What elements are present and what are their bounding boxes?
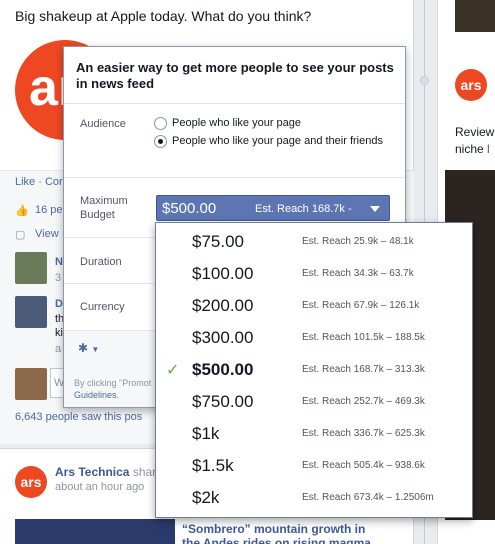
audience-radio-fans[interactable] [154, 117, 167, 130]
likes-count[interactable]: 16 pe [35, 204, 63, 216]
budget-dropdown-menu: $75.00 Est. Reach 25.9k – 48.1k $100.00 … [155, 222, 473, 518]
chevron-down-icon: ▼ [91, 345, 100, 354]
budget-option[interactable]: $200.00 Est. Reach 67.9k – 126.1k [156, 290, 472, 322]
terms-note: By clicking "Promot Guidelines. [74, 377, 151, 401]
timeline-dot [420, 76, 429, 85]
budget-option-reach: Est. Reach 336.7k – 625.3k [302, 428, 425, 439]
budget-option-reach: Est. Reach 168.7k – 313.3k [302, 364, 425, 375]
comment-text: ki [55, 327, 63, 339]
budget-option[interactable]: $100.00 Est. Reach 34.3k – 63.7k [156, 258, 472, 290]
duration-label: Duration [80, 256, 122, 268]
post-time[interactable]: about an hour ago [55, 481, 144, 493]
audience-radio-friends[interactable] [154, 135, 167, 148]
checkmark-icon: ✓ [166, 362, 180, 379]
dialog-title: An easier way to get more people to see … [76, 60, 394, 91]
budget-option-selected[interactable]: ✓ $500.00 Est. Reach 168.7k – 313.3k [156, 354, 472, 386]
ars-logo[interactable]: ars [455, 69, 487, 101]
right-thumbnail[interactable] [455, 0, 495, 32]
divider [64, 177, 405, 178]
comment-meta: 3 [55, 272, 62, 284]
seen-count[interactable]: 6,643 people saw this pos [15, 411, 142, 423]
article-title[interactable]: “Sombrero” mountain growth in the Andes … [182, 522, 382, 544]
budget-option-amount: $2k [192, 488, 220, 507]
budget-option[interactable]: $75.00 Est. Reach 25.9k – 48.1k [156, 226, 472, 258]
post-text: Big shakeup at Apple today. What do you … [15, 8, 312, 24]
budget-select[interactable]: $500.00 Est. Reach 168.7k - [156, 195, 390, 221]
max-budget-label: Maximum Budget [80, 195, 128, 221]
right-review-text: Review niche l [455, 124, 494, 158]
commenter-name[interactable]: D [55, 298, 63, 310]
chevron-down-icon [370, 206, 380, 212]
budget-option[interactable]: $750.00 Est. Reach 252.7k – 469.3k [156, 386, 472, 418]
review-link[interactable]: l [487, 142, 490, 156]
budget-option[interactable]: $2k Est. Reach 673.4k – 1.2506m [156, 482, 472, 514]
budget-option-amount: $500.00 [192, 360, 254, 379]
divider [64, 103, 405, 104]
budget-option-amount: $1.5k [192, 456, 234, 475]
audience-option-friends[interactable]: People who like your page and their frie… [172, 135, 387, 148]
budget-option-reach: Est. Reach 67.9k – 126.1k [302, 300, 420, 311]
user-avatar [15, 368, 47, 400]
commenter-name[interactable]: N [55, 256, 63, 268]
budget-option-amount: $100.00 [192, 264, 254, 283]
ars-logo[interactable]: ars [15, 466, 47, 498]
shared-text: shar [132, 465, 157, 479]
budget-select-value: $500.00 [162, 200, 217, 217]
audience-option-fans[interactable]: People who like your page [172, 117, 372, 130]
commenter-avatar[interactable] [15, 252, 47, 284]
budget-option-reach: Est. Reach 101.5k – 188.5k [302, 332, 425, 343]
budget-select-reach: Est. Reach 168.7k - [255, 203, 352, 215]
audience-label: Audience [80, 118, 126, 130]
thumbs-up-icon: 👍 [15, 205, 29, 217]
budget-option[interactable]: $1k Est. Reach 336.7k – 625.3k [156, 418, 472, 450]
budget-option[interactable]: $300.00 Est. Reach 101.5k – 188.5k [156, 322, 472, 354]
comment-meta: a [55, 343, 62, 355]
budget-option-reach: Est. Reach 673.4k – 1.2506m [302, 492, 434, 503]
budget-option-amount: $750.00 [192, 392, 254, 411]
like-comment-links[interactable]: Like · Cor [15, 176, 63, 188]
budget-option[interactable]: $1.5k Est. Reach 505.4k – 938.6k [156, 450, 472, 482]
budget-option-amount: $200.00 [192, 296, 254, 315]
review-line: Review [455, 125, 495, 139]
terms-note-text: By clicking "Promot [74, 378, 152, 388]
commenter-avatar[interactable] [15, 296, 47, 328]
comment-icon: ▢ [15, 229, 26, 241]
budget-option-reach: Est. Reach 252.7k – 469.3k [302, 396, 425, 407]
page-name[interactable]: Ars Technica shar [55, 465, 156, 479]
budget-option-reach: Est. Reach 34.3k – 63.7k [302, 268, 414, 279]
review-line: niche [455, 142, 484, 156]
settings-menu-button[interactable]: ✱ ▼ [78, 341, 108, 359]
page-name-text[interactable]: Ars Technica [55, 465, 129, 479]
budget-option-amount: $300.00 [192, 328, 254, 347]
budget-option-amount: $75.00 [192, 232, 244, 251]
article-thumbnail[interactable] [15, 519, 175, 544]
gear-icon: ✱ [78, 341, 89, 355]
budget-option-amount: $1k [192, 424, 220, 443]
view-comments-link[interactable]: View [35, 228, 59, 240]
guidelines-link[interactable]: Guidelines. [74, 390, 119, 400]
currency-label: Currency [80, 301, 125, 313]
budget-option-reach: Est. Reach 25.9k – 48.1k [302, 236, 414, 247]
budget-option-reach: Est. Reach 505.4k – 938.6k [302, 460, 425, 471]
